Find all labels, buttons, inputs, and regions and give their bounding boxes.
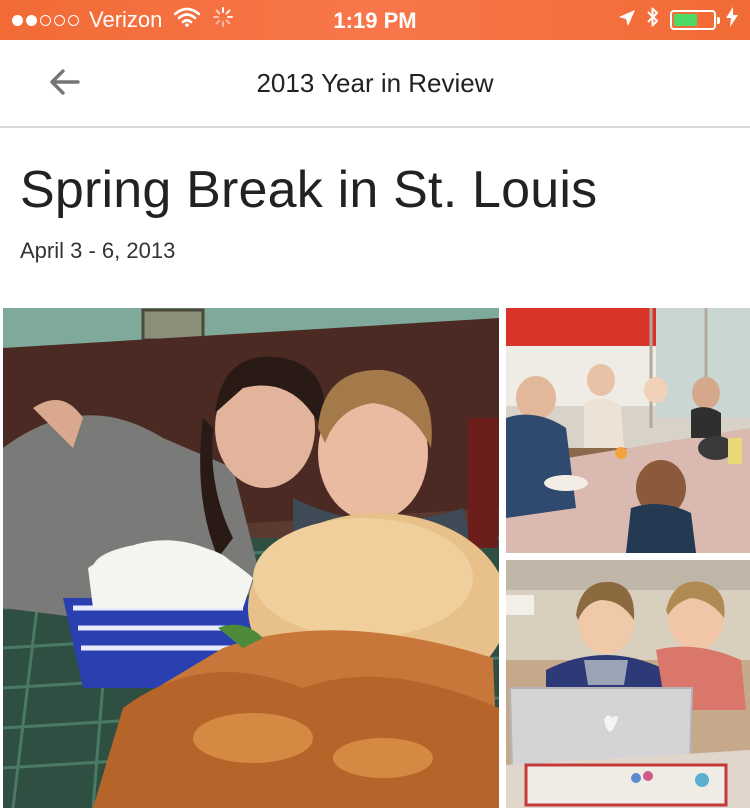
charging-bolt-icon <box>726 7 738 33</box>
page-title: 2013 Year in Review <box>256 68 494 98</box>
photo-mother-son-booth[interactable] <box>3 308 499 808</box>
photo-boys-laptop[interactable] <box>506 560 750 808</box>
app-bar: 2013 Year in Review <box>0 40 750 128</box>
location-arrow-icon <box>618 7 636 33</box>
status-right <box>618 0 738 40</box>
battery-icon <box>670 10 720 30</box>
bluetooth-icon <box>646 6 660 34</box>
photo-family-breakfast[interactable] <box>506 308 750 553</box>
event-title: Spring Break in St. Louis <box>20 161 598 219</box>
status-bar: Verizon 1:19 PM <box>0 0 750 40</box>
event-date: April 3 - 6, 2013 <box>20 238 176 263</box>
